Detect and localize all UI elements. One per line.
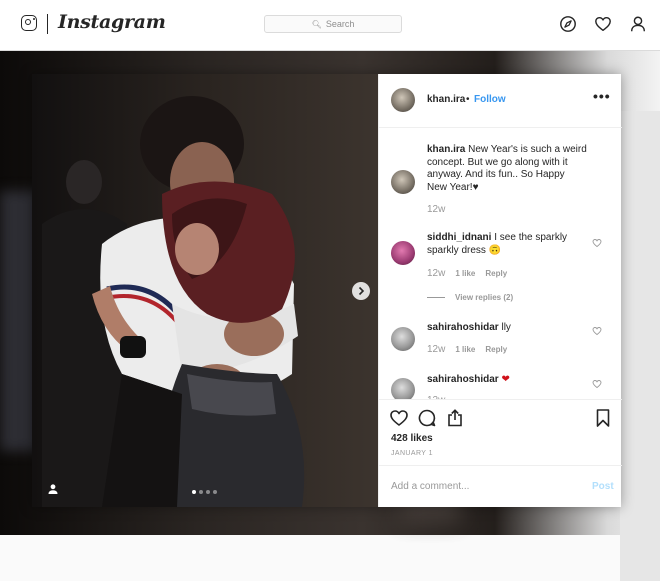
view-replies-button[interactable]: View replies (2) [427, 293, 513, 302]
search-placeholder: Search [325, 19, 355, 29]
post-photo[interactable] [32, 74, 378, 507]
top-nav-bar: Instagram 🔍︎ Search [0, 0, 660, 51]
comment-text: sahirahoshidar lly [427, 322, 587, 335]
caption-time[interactable]: 12w [427, 204, 445, 215]
post-author-username[interactable]: khan.ira [427, 94, 465, 105]
post-modal: khan.ira • Follow ••• khan.ira New Year'… [32, 74, 622, 507]
activity-heart-icon[interactable] [594, 15, 612, 33]
view-replies-line [427, 297, 445, 298]
comment-body: lly [501, 322, 511, 333]
comment-likes-count[interactable]: 1 like [455, 269, 475, 278]
caption-text: khan.ira New Year's is such a weird conc… [427, 144, 587, 194]
carousel-next-button[interactable] [352, 282, 370, 300]
comment-username[interactable]: sahirahoshidar [427, 322, 499, 333]
instagram-wordmark[interactable]: Instagram [58, 11, 166, 33]
comment-like-heart-icon[interactable] [592, 379, 602, 389]
comment-meta: 12w 1 like Reply [427, 344, 517, 355]
share-icon[interactable] [445, 408, 465, 428]
search-input[interactable]: 🔍︎ Search [264, 15, 402, 33]
comment-text: sahirahoshidar ❤ [427, 374, 587, 387]
chevron-right-icon [358, 286, 365, 296]
tagged-users-button[interactable] [46, 482, 60, 496]
post-header: khan.ira • Follow ••• [379, 74, 622, 128]
comment-time[interactable]: 12w [427, 268, 445, 279]
post-comment-button[interactable]: Post [592, 481, 614, 492]
carousel-dot [206, 490, 210, 494]
comment-reply-button[interactable]: Reply [485, 345, 507, 354]
comment-like-heart-icon[interactable] [592, 238, 602, 248]
explore-compass-icon[interactable] [559, 15, 577, 33]
comment-text: siddhi_idnani I see the sparkly sparkly … [427, 232, 587, 257]
save-bookmark-icon[interactable] [593, 408, 613, 428]
avatar[interactable] [391, 378, 415, 399]
comment-username[interactable]: siddhi_idnani [427, 232, 491, 243]
avatar[interactable] [391, 88, 415, 112]
comment-body: ❤ [501, 374, 510, 385]
carousel-dot [199, 490, 203, 494]
likes-count[interactable]: 428 likes [391, 433, 433, 444]
add-comment-input[interactable] [391, 481, 571, 492]
view-replies-label: View replies (2) [455, 293, 514, 302]
post-photo-illustration [32, 74, 378, 507]
comment-time[interactable]: 12w [427, 344, 445, 355]
user-tag-icon [48, 484, 58, 494]
caption-meta: 12w [427, 204, 455, 215]
avatar[interactable] [391, 327, 415, 351]
carousel-dot [192, 490, 196, 494]
backdrop-blur-shape [620, 111, 660, 581]
more-options-button[interactable]: ••• [593, 88, 611, 104]
comments-list[interactable]: khan.ira New Year's is such a weird conc… [379, 128, 622, 399]
avatar[interactable] [391, 241, 415, 265]
comment-like-heart-icon[interactable] [592, 326, 602, 336]
add-comment-bar: Post [379, 465, 622, 507]
follow-button[interactable]: Follow [474, 94, 506, 105]
follow-separator: • [466, 94, 470, 105]
comment-username[interactable]: sahirahoshidar [427, 374, 499, 385]
comment-reply-button[interactable]: Reply [485, 269, 507, 278]
comment-likes-count[interactable]: 1 like [455, 345, 475, 354]
comment-meta: 12w 1 like Reply [427, 268, 517, 279]
post-side-panel: khan.ira • Follow ••• khan.ira New Year'… [378, 74, 622, 507]
search-icon: 🔍︎ [311, 19, 322, 29]
profile-user-icon[interactable] [629, 15, 647, 33]
avatar[interactable] [391, 170, 415, 194]
carousel-dot [213, 490, 217, 494]
caption-username[interactable]: khan.ira [427, 144, 465, 155]
comment-bubble-icon[interactable] [417, 408, 437, 428]
logo-divider [47, 14, 48, 34]
post-date[interactable]: JANUARY 1 [391, 450, 433, 457]
instagram-glyph-icon[interactable] [21, 15, 37, 31]
carousel-indicator [192, 490, 217, 494]
like-heart-icon[interactable] [389, 408, 409, 428]
post-actions-bar: 428 likes JANUARY 1 [379, 399, 622, 465]
